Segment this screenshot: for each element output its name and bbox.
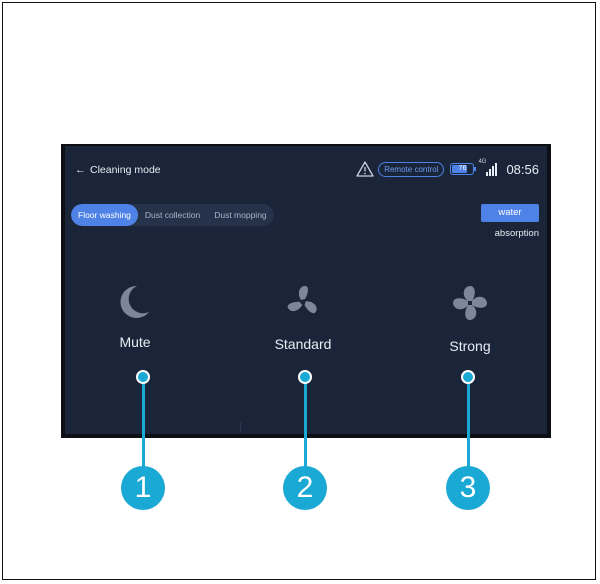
callout-badge-2: 2 bbox=[283, 466, 327, 510]
signal-bar bbox=[495, 163, 498, 176]
battery-icon: 76 bbox=[450, 163, 477, 175]
mode-standard[interactable]: Standard bbox=[248, 284, 358, 352]
water-absorption-label: absorption bbox=[494, 228, 539, 239]
fan-icon bbox=[453, 286, 487, 320]
remote-control-badge: Remote control bbox=[378, 161, 445, 177]
tab-dust-mopping[interactable]: Dust mopping bbox=[207, 204, 273, 226]
callout-dot bbox=[136, 370, 150, 384]
battery-terminal bbox=[474, 167, 477, 171]
callout-badge-1: 1 bbox=[121, 466, 165, 510]
moon-icon bbox=[120, 285, 149, 318]
mode-label: Standard bbox=[274, 336, 332, 352]
signal-icon: 4G bbox=[478, 159, 498, 176]
tab-floor-washing[interactable]: Floor washing bbox=[71, 204, 138, 226]
callout-line bbox=[304, 376, 307, 474]
back-button[interactable]: ← Cleaning mode bbox=[75, 162, 161, 178]
tab-dust-collection[interactable]: Dust collection bbox=[138, 204, 207, 226]
mode-mute[interactable]: Mute bbox=[80, 284, 190, 350]
mode-tabs: Floor washing Dust collection Dust moppi… bbox=[71, 204, 274, 226]
status-bar: ← Cleaning mode Remote control 76 4G 08:… bbox=[65, 146, 547, 192]
callout-line bbox=[142, 376, 145, 474]
callout-badge-3: 3 bbox=[446, 466, 490, 510]
callout-dot bbox=[461, 370, 475, 384]
callout-dot bbox=[298, 370, 312, 384]
battery-percent: 76 bbox=[458, 165, 467, 172]
signal-bar bbox=[486, 172, 489, 176]
divider bbox=[240, 422, 241, 432]
signal-bar bbox=[489, 169, 492, 176]
callout-line bbox=[467, 376, 470, 474]
warning-icon bbox=[356, 161, 374, 177]
back-arrow-icon: ← bbox=[75, 163, 86, 176]
mode-strong[interactable]: Strong bbox=[415, 284, 525, 354]
page-title: Cleaning mode bbox=[90, 164, 161, 176]
mode-label: Mute bbox=[119, 334, 151, 350]
fan-icon bbox=[287, 286, 317, 314]
signal-bar bbox=[492, 166, 495, 176]
water-absorption-button[interactable]: water bbox=[481, 204, 539, 222]
clock: 08:56 bbox=[506, 161, 539, 177]
mode-label: Strong bbox=[449, 338, 491, 354]
status-indicators: Remote control 76 4G 08:56 bbox=[356, 159, 539, 179]
network-type: 4G bbox=[478, 159, 487, 165]
